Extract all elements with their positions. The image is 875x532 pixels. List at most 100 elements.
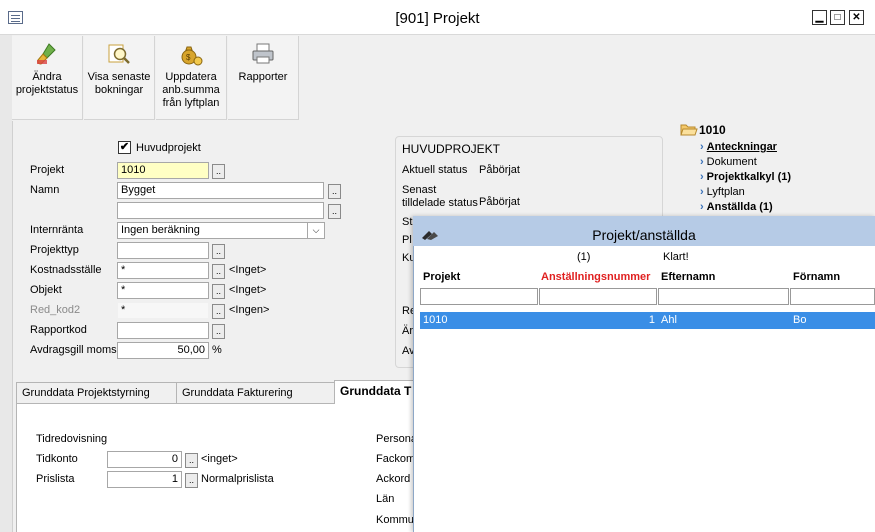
kostnadsstalle-note: <Inget> [229,264,267,276]
tree-item-label: Anteckningar [706,141,777,153]
huvudprojekt-label: Huvudprojekt [136,142,201,154]
red-kod2-browse-button[interactable]: .. [212,304,225,319]
prislista-input[interactable]: 1 [107,471,182,488]
tree-item-projektkalkyl[interactable]: › Projektkalkyl (1) [700,171,791,183]
tab-grunddata-projektstyrning[interactable]: Grunddata Projektstyrning [16,382,177,404]
aktuell-status-label: Aktuell status [402,164,468,176]
prislista-label: Prislista [36,473,75,485]
tab-grunddata-fakturering[interactable]: Grunddata Fakturering [176,382,335,404]
visa-senaste-bokningar-label: Visa senaste bokningar [87,71,151,96]
red-kod2-note: <Ingen> [229,304,270,316]
objekt-input[interactable]: * [117,282,209,299]
tree-item-label: Lyftplan [706,186,745,198]
filter-fornamn-input[interactable] [790,288,875,305]
projekt-anstallda-window [413,216,875,532]
column-header-projekt[interactable]: Projekt [420,270,538,287]
tab-grunddata-t[interactable]: Grunddata T [334,380,416,404]
prislista-browse-button[interactable]: .. [185,473,198,488]
projekttyp-browse-button[interactable]: .. [212,244,225,259]
tidredovisning-heading: Tidredovisning [36,433,108,445]
aktuell-status-value: Påbörjat [479,164,520,176]
tree-item-label: Projektkalkyl (1) [706,171,792,183]
tidkonto-input[interactable]: 0 [107,451,182,468]
filter-anstallningsnummer-input[interactable] [539,288,657,305]
chevron-down-icon[interactable]: ⌵ [307,223,324,238]
kommun-label-partial: Kommu [376,514,414,526]
column-header-anstallningsnummer[interactable]: Anställningsnummer [538,270,658,287]
chevron-right-icon: › [700,141,704,153]
uppdatera-anb-summa-button[interactable]: $ Uppdatera anb.summa från lyftplan [156,36,227,120]
cell-fornamn: Bo [793,314,807,326]
percent-unit: % [212,344,222,356]
filter-projekt-input[interactable] [420,288,538,305]
objekt-label: Objekt [30,284,62,296]
money-bag-icon: $ [181,46,203,66]
namn-browse-button[interactable]: .. [328,184,341,199]
projekttyp-label: Projekttyp [30,244,79,256]
senast-tilldelade-status-value: Påbörjat [479,196,520,208]
column-header-fornamn[interactable]: Förnamn [790,270,875,287]
popup-count: (1) [577,251,591,263]
projekt-input[interactable]: 1010 [117,162,209,179]
chevron-right-icon: › [700,171,704,183]
avdragsgill-moms-input[interactable]: 50,00 [117,342,209,359]
red-kod2-label: Red_kod2 [30,304,81,316]
namn-input[interactable]: Bygget [117,182,324,199]
objekt-note: <Inget> [229,284,267,296]
close-button[interactable]: ✕ [849,10,864,25]
close-icon: ✕ [852,12,861,23]
ackord-label-partial: Ackord [376,473,411,485]
fackom-label-partial: Fackom [376,453,416,465]
internranta-value: Ingen beräkning [121,224,200,236]
window-title: [901] Projekt [395,10,480,27]
andra-projektstatus-button[interactable]: Ändra projektstatus [12,36,83,120]
kostnadsstalle-input[interactable]: * [117,262,209,279]
tree-root[interactable]: 1010 [699,123,726,137]
kostnadsstalle-browse-button[interactable]: .. [212,264,225,279]
tidkonto-label: Tidkonto [36,453,78,465]
minimize-icon: ▁ [815,12,824,23]
maximize-button[interactable]: □ [830,10,845,25]
maximize-icon: □ [834,12,841,23]
andra-projektstatus-label: Ändra projektstatus [15,71,79,96]
chevron-right-icon: › [700,201,704,213]
chevron-right-icon: › [700,186,704,198]
cell-efternamn: Ahl [661,314,677,326]
lan-label: Län [376,493,395,505]
filter-efternamn-input[interactable] [658,288,789,305]
uppdatera-anb-summa-label: Uppdatera anb.summa från lyftplan [162,71,220,109]
rapportkod-browse-button[interactable]: .. [212,324,225,339]
kostnadsstalle-label: Kostnadsställe [30,264,102,276]
tidkonto-note: <inget> [201,453,238,465]
visa-senaste-bokningar-button[interactable]: Visa senaste bokningar [84,36,155,120]
rapporter-label: Rapporter [238,71,288,83]
rapportkod-label: Rapportkod [30,324,87,336]
tree-item-anstallda[interactable]: › Anställda (1) [700,201,773,213]
rapportkod-input[interactable] [117,322,209,339]
projekttyp-input[interactable] [117,242,209,259]
internranta-label: Internränta [30,224,84,236]
svg-text:$: $ [186,53,191,62]
internranta-select[interactable]: Ingen beräkning ⌵ [117,222,325,239]
tree-item-lyftplan[interactable]: › Lyftplan [700,186,745,198]
objekt-browse-button[interactable]: .. [212,284,225,299]
column-header-efternamn[interactable]: Efternamn [658,270,790,287]
tree-item-label: Anställda (1) [706,201,773,213]
huvudprojekt-checkbox[interactable]: ✔ [118,141,131,154]
magnifier-icon [108,44,130,64]
tree-item-anteckningar[interactable]: › Anteckningar [700,141,777,153]
folder-open-icon [680,124,698,136]
tree-item-dokument[interactable]: › Dokument [700,156,757,168]
projekt-browse-button[interactable]: .. [212,164,225,179]
namn-input-2[interactable] [117,202,324,219]
rapporter-button[interactable]: Rapporter [228,36,299,120]
tidkonto-browse-button[interactable]: .. [185,453,198,468]
cell-anstallningsnummer: 1 [648,314,655,326]
huvudprojekt-box-title: HUVUDPROJEKT [402,142,501,156]
namn2-browse-button[interactable]: .. [328,204,341,219]
tab-panel [16,404,417,532]
prislista-note: Normalprislista [201,473,274,485]
red-kod2-input[interactable]: * [117,302,209,319]
printer-icon [252,43,274,64]
minimize-button[interactable]: ▁ [812,10,827,25]
